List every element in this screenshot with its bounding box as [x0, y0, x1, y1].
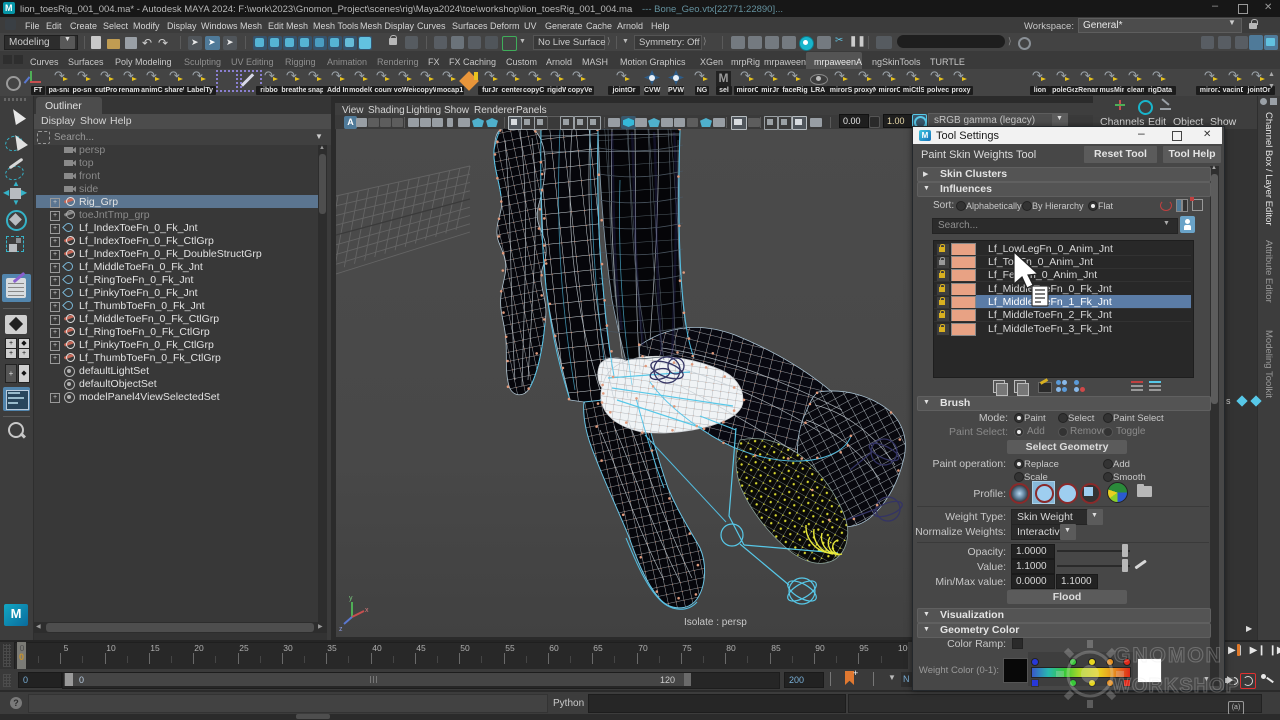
- svg-text:y: y: [349, 595, 353, 602]
- svg-text:z: z: [339, 626, 343, 633]
- svg-text:WORKSHOP: WORKSHOP: [1112, 675, 1240, 697]
- svg-text:GNOMON: GNOMON: [1114, 644, 1223, 667]
- svg-text:x: x: [365, 607, 369, 614]
- svg-text:Isolate : persp: Isolate : persp: [684, 617, 747, 628]
